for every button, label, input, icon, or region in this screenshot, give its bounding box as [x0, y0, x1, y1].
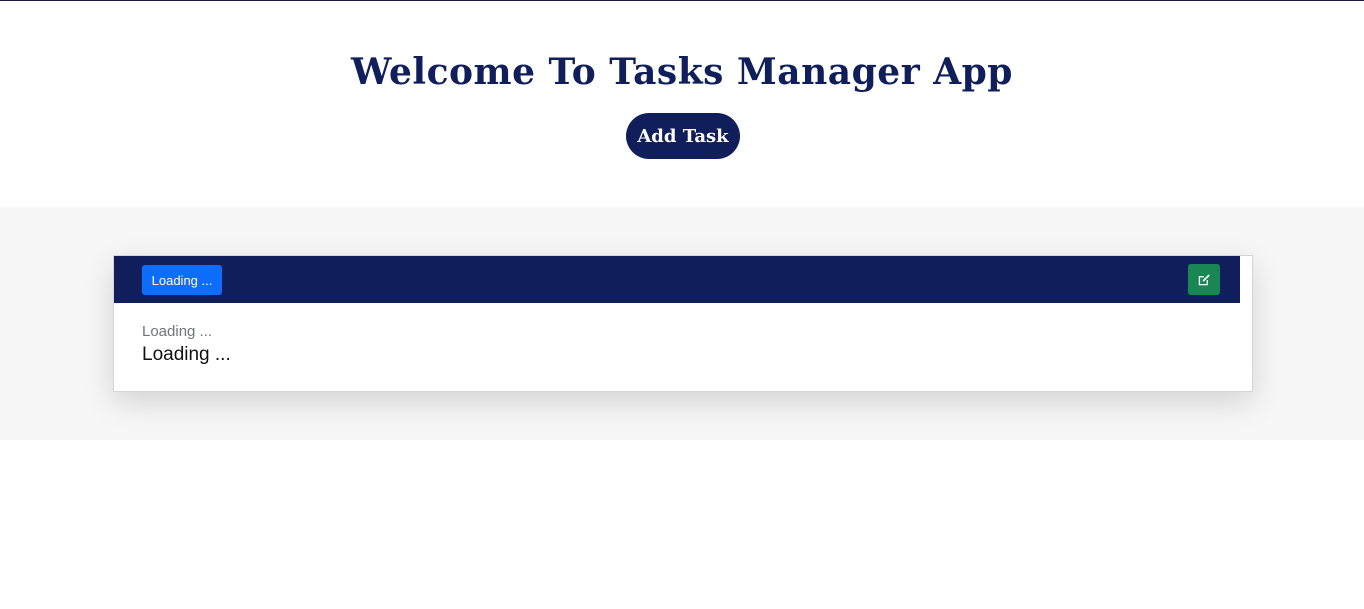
task-subtitle: Loading ... [142, 323, 213, 340]
page-header: Welcome To Tasks Manager App Add Task [0, 1, 1364, 207]
edit-button[interactable] [1188, 264, 1220, 295]
add-task-button[interactable]: Add Task [626, 113, 740, 159]
status-badge[interactable]: Loading ... [142, 265, 222, 295]
edit-icon [1198, 273, 1210, 285]
task-description: Loading ... [142, 344, 231, 365]
page-title: Welcome To Tasks Manager App [351, 51, 1013, 93]
task-card: Loading ... Loading ... Loading ... [113, 255, 1253, 392]
task-card-body: Loading ... Loading ... [142, 322, 231, 368]
task-card-header: Loading ... [114, 256, 1240, 303]
